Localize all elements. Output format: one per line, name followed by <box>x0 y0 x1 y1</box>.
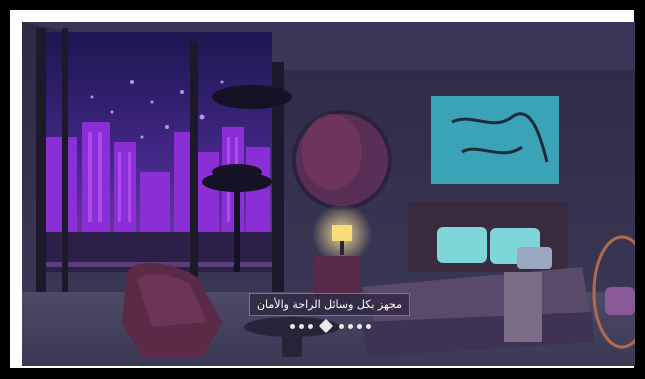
slide-caption: مجهز بكل وسائل الراحة والأمان <box>249 293 410 316</box>
slider-pagination <box>290 318 371 334</box>
pagination-dot-icon[interactable] <box>308 323 313 329</box>
pagination-dot-icon[interactable] <box>348 323 353 329</box>
pagination-dot-icon[interactable] <box>299 323 304 329</box>
page-frame: مجهز بكل وسائل الراحة والأمان <box>0 0 645 379</box>
pagination-dot-icon[interactable] <box>366 323 371 329</box>
pagination-dot-icon[interactable] <box>357 323 362 329</box>
pagination-active-diamond-icon[interactable] <box>318 318 334 334</box>
pagination-dot-icon[interactable] <box>339 323 344 329</box>
pagination-dot-icon[interactable] <box>290 323 295 329</box>
